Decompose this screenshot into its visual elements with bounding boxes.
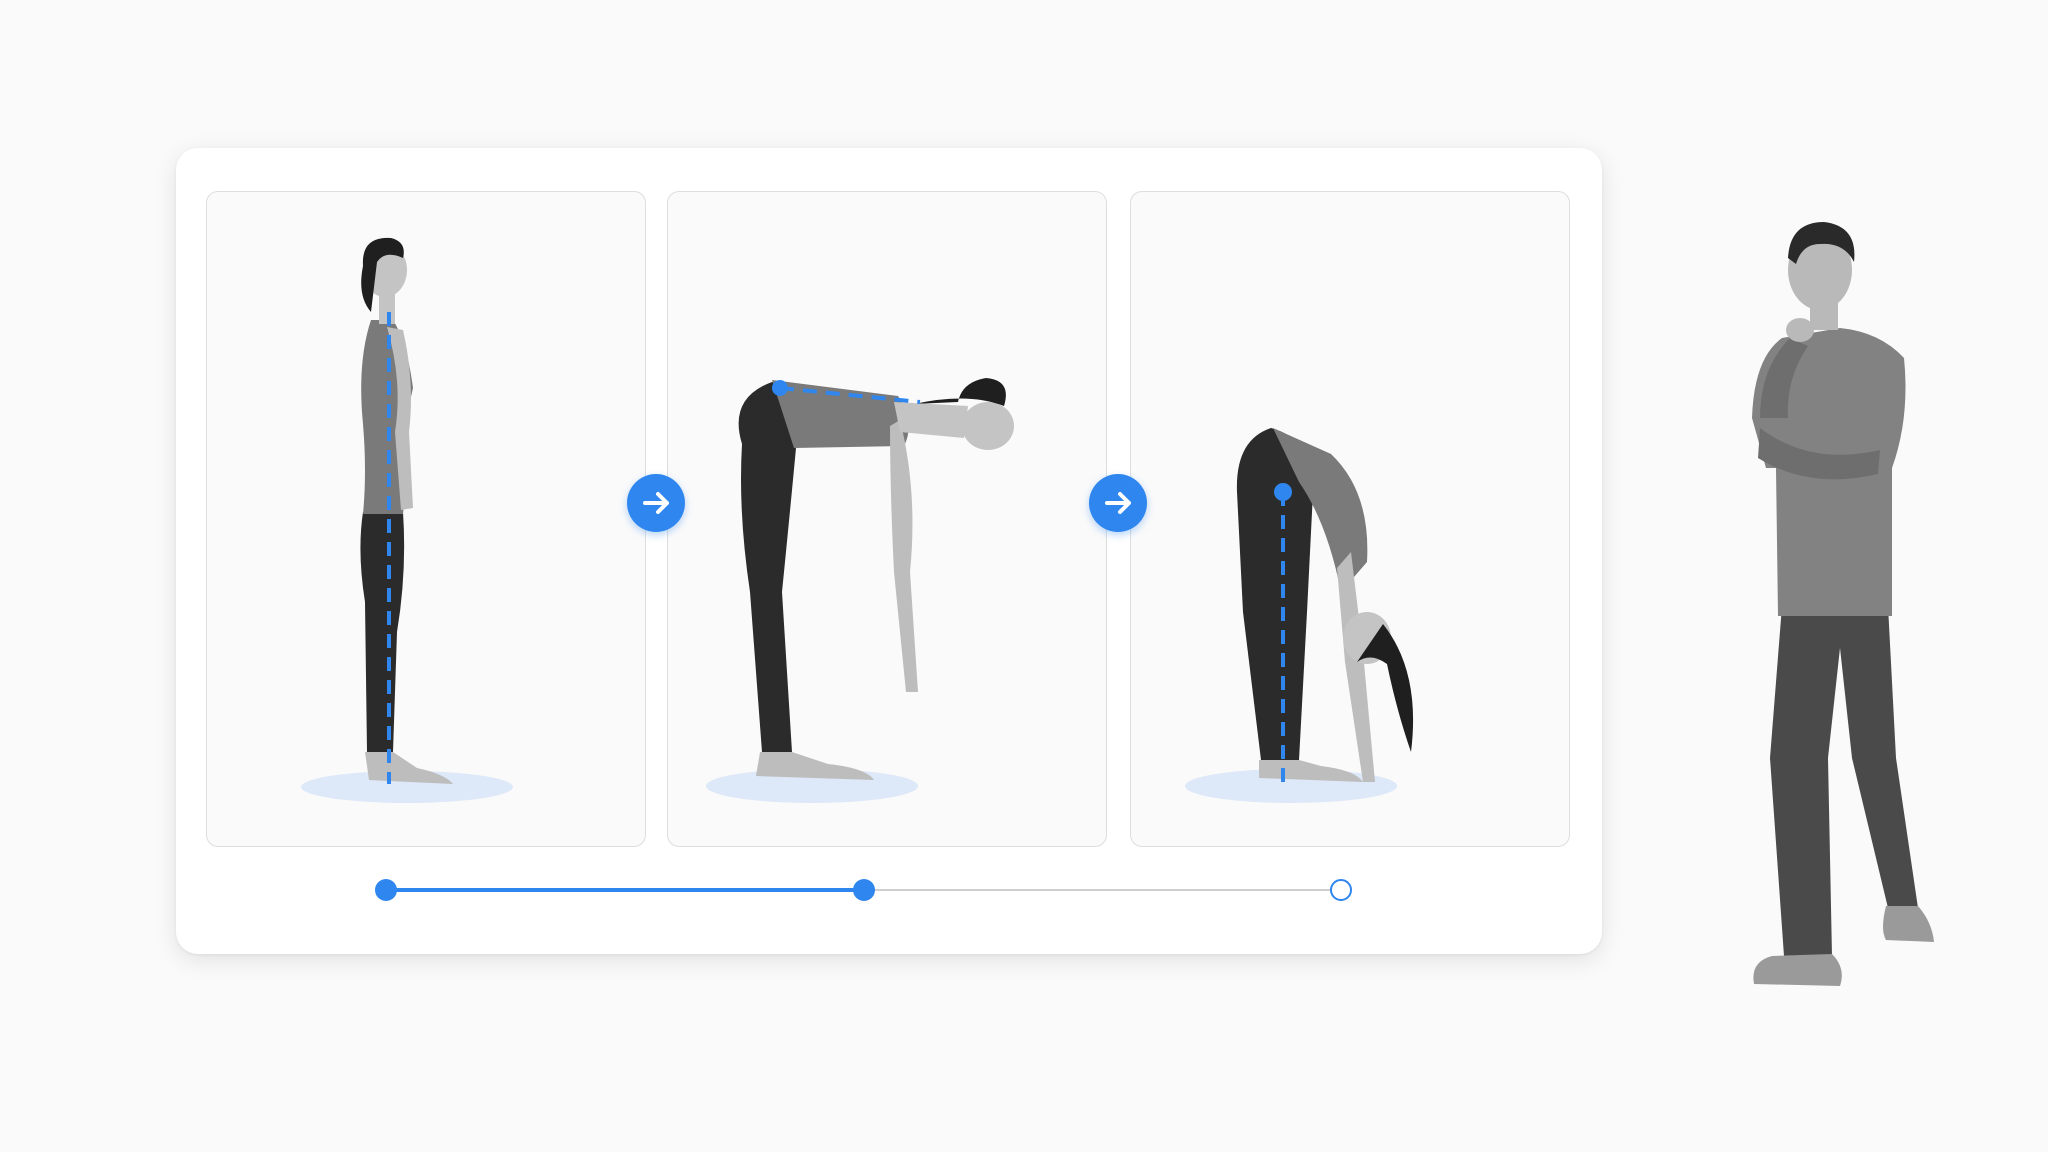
observer-person-illustration: [1720, 218, 1950, 1003]
arrow-right-icon: [643, 492, 669, 514]
arrow-right-icon: [1105, 492, 1131, 514]
progress-step-dot-1[interactable]: [375, 879, 397, 901]
step-panel-half-fold[interactable]: [667, 191, 1107, 847]
forward-fold-pose-illustration: [1185, 428, 1414, 803]
progress-track-fill: [386, 888, 864, 892]
step-progress-track: [375, 870, 1376, 910]
progress-step-dot-2[interactable]: [852, 879, 875, 901]
step-panel-forward-fold[interactable]: [1130, 191, 1570, 847]
next-step-button-1[interactable]: [627, 474, 685, 532]
next-step-button-2[interactable]: [1089, 474, 1147, 532]
step-panel-standing[interactable]: [206, 191, 646, 847]
half-fold-pose-illustration: [706, 378, 1014, 803]
standing-pose-illustration: [301, 237, 513, 803]
pose-sequence-card: [176, 148, 1602, 954]
progress-step-dot-3[interactable]: [1330, 879, 1352, 901]
